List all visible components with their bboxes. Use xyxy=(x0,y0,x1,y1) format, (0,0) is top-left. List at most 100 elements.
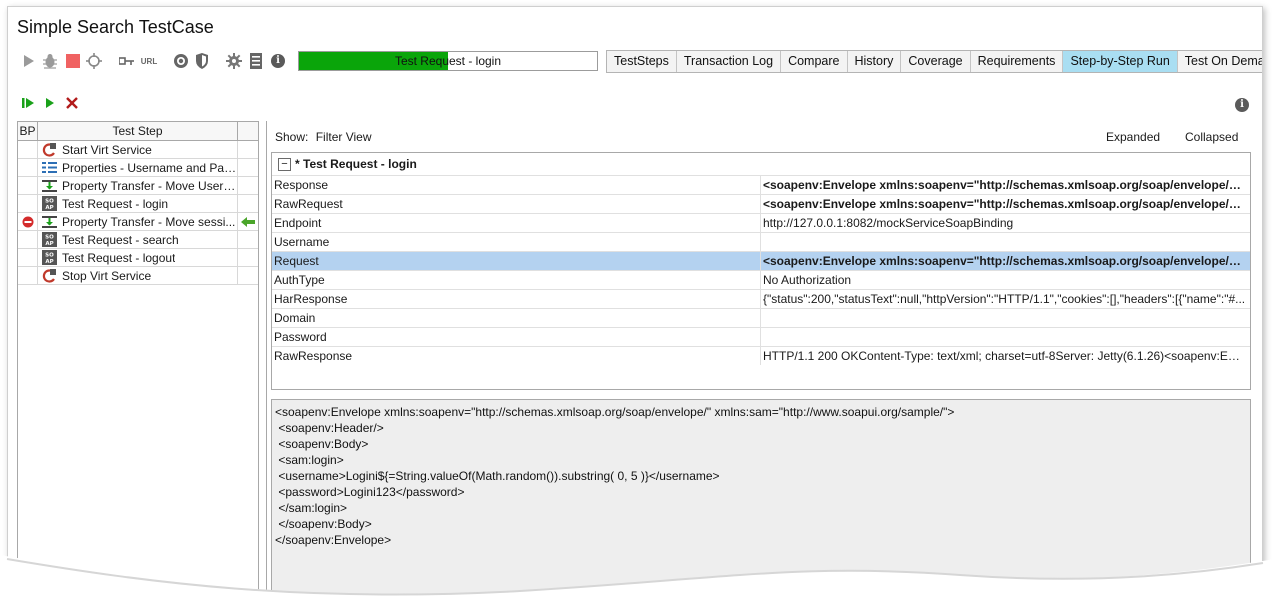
filter-view-link[interactable]: Filter View xyxy=(316,130,372,144)
property-row[interactable]: Request <soapenv:Envelope xmlns:soapenv="… xyxy=(272,251,1250,270)
tab-test-on-demand[interactable]: Test On Demand xyxy=(1178,51,1262,72)
property-row[interactable]: RawResponse HTTP/1.1 200 OKContent-Type: … xyxy=(272,346,1250,365)
play-icon[interactable] xyxy=(20,52,38,70)
step-cell[interactable]: Property Transfer - Move sessi... xyxy=(38,213,238,230)
property-value[interactable]: {"status":200,"statusText":null,"httpVer… xyxy=(761,290,1250,308)
tab-step-by-step-run[interactable]: Step-by-Step Run xyxy=(1063,51,1178,72)
property-row[interactable]: Domain xyxy=(272,308,1250,327)
step-row[interactable]: Property Transfer - Move Usern... xyxy=(18,177,258,195)
property-group-title: * Test Request - login xyxy=(295,157,417,171)
step-cell[interactable]: Stop Virt Service xyxy=(38,267,238,284)
breakpoint-cell[interactable] xyxy=(18,249,38,266)
breakpoint-cell[interactable] xyxy=(18,177,38,194)
tab-compare[interactable]: Compare xyxy=(781,51,848,72)
split-divider[interactable] xyxy=(266,121,267,601)
current-step-cell xyxy=(238,249,258,266)
code-line: <password>Logini123</password> xyxy=(275,485,465,499)
steps-table-body: Start Virt Service Properties - Username … xyxy=(18,141,258,285)
property-value[interactable]: http://127.0.0.1:8082/mockServiceSoapBin… xyxy=(761,214,1250,232)
property-value[interactable]: HTTP/1.1 200 OKContent-Type: text/xml; c… xyxy=(761,347,1250,365)
breakpoint-cell[interactable] xyxy=(18,195,38,212)
breakpoint-cell[interactable] xyxy=(18,159,38,176)
code-line: <sam:login> xyxy=(275,453,344,467)
tab-history[interactable]: History xyxy=(848,51,902,72)
stop-icon[interactable] xyxy=(64,52,82,70)
virt-stop-icon xyxy=(42,268,57,283)
property-group-header[interactable]: − * Test Request - login xyxy=(272,153,1250,175)
current-step-cell xyxy=(238,177,258,194)
property-row[interactable]: Username xyxy=(272,232,1250,251)
soap-request-icon: SO AP xyxy=(42,196,57,211)
property-row[interactable]: Password xyxy=(272,327,1250,346)
property-name: Username xyxy=(272,233,761,251)
tab-bar: TestSteps Transaction Log Compare History Co… xyxy=(606,50,1262,73)
tab-teststeps[interactable]: TestSteps xyxy=(607,51,677,72)
breakpoint-cell[interactable] xyxy=(18,231,38,248)
security-shield-icon[interactable] xyxy=(193,52,211,70)
step-row[interactable]: SO AP Test Request - logout xyxy=(18,249,258,267)
tab-transaction-log[interactable]: Transaction Log xyxy=(677,51,782,72)
current-step-cell xyxy=(238,141,258,158)
step-cell[interactable]: SO AP Test Request - login xyxy=(38,195,238,212)
info-icon[interactable]: i xyxy=(269,52,287,70)
expanded-link[interactable]: Expanded xyxy=(1106,130,1160,144)
property-name: Request xyxy=(272,252,761,270)
current-step-cell xyxy=(238,159,258,176)
loop-icon[interactable] xyxy=(85,52,103,70)
property-row[interactable]: Response <soapenv:Envelope xmlns:soapenv=… xyxy=(272,175,1250,194)
step-label: Property Transfer - Move sessi... xyxy=(62,214,236,229)
property-value[interactable] xyxy=(761,328,1250,346)
transfer-icon xyxy=(42,214,57,229)
run-icon[interactable] xyxy=(43,96,57,110)
step-row[interactable]: Property Transfer - Move sessi... xyxy=(18,213,258,231)
property-name: Endpoint xyxy=(272,214,761,232)
property-rows: Response <soapenv:Envelope xmlns:soapenv=… xyxy=(272,175,1250,365)
property-row[interactable]: AuthType No Authorization xyxy=(272,270,1250,289)
collapse-toggle-icon[interactable]: − xyxy=(278,157,291,171)
step-forward-icon[interactable] xyxy=(22,96,36,110)
step-cell[interactable]: Start Virt Service xyxy=(38,141,238,158)
breakpoint-icon[interactable] xyxy=(22,216,34,228)
step-cell[interactable]: Property Transfer - Move Usern... xyxy=(38,177,238,194)
debug-bug-icon[interactable] xyxy=(41,52,59,70)
url-icon[interactable]: URL xyxy=(138,52,160,70)
property-value[interactable]: <soapenv:Envelope xmlns:soapenv="http://… xyxy=(761,176,1250,194)
tab-requirements[interactable]: Requirements xyxy=(971,51,1064,72)
step-label: Start Virt Service xyxy=(62,142,152,157)
step-cell[interactable]: Properties - Username and Pas... xyxy=(38,159,238,176)
properties-icon xyxy=(42,160,57,175)
coverage-icon[interactable] xyxy=(172,52,190,70)
step-row[interactable]: Stop Virt Service xyxy=(18,267,258,285)
collapsed-link[interactable]: Collapsed xyxy=(1185,130,1238,144)
step-row[interactable]: Properties - Username and Pas... xyxy=(18,159,258,177)
gear-icon[interactable] xyxy=(225,52,243,70)
property-row[interactable]: RawRequest <soapenv:Envelope xmlns:soapen… xyxy=(272,194,1250,213)
breakpoint-cell[interactable] xyxy=(18,213,38,230)
property-key-icon[interactable] xyxy=(118,52,136,70)
breakpoint-cell[interactable] xyxy=(18,267,38,284)
property-value[interactable]: <soapenv:Envelope xmlns:soapenv="http://… xyxy=(761,252,1250,270)
property-value[interactable] xyxy=(761,233,1250,251)
url-label: URL xyxy=(140,56,158,66)
step-row[interactable]: Start Virt Service xyxy=(18,141,258,159)
property-value[interactable]: <soapenv:Envelope xmlns:soapenv="http://… xyxy=(761,195,1250,213)
info-icon-right[interactable]: i xyxy=(1235,98,1249,112)
property-row[interactable]: Endpoint http://127.0.0.1:8082/mockServic… xyxy=(272,213,1250,232)
property-value[interactable] xyxy=(761,309,1250,327)
soap-request-icon: SO AP xyxy=(42,232,57,247)
breakpoint-cell[interactable] xyxy=(18,141,38,158)
step-cell[interactable]: SO AP Test Request - logout xyxy=(38,249,238,266)
progress-label: Test Request - login xyxy=(394,54,502,68)
step-row[interactable]: SO AP Test Request - login xyxy=(18,195,258,213)
property-value[interactable]: No Authorization xyxy=(761,271,1250,289)
delete-icon[interactable] xyxy=(65,96,79,110)
test-step-column-header[interactable]: Test Step xyxy=(38,122,238,140)
list-icon[interactable] xyxy=(247,52,265,70)
step-cell[interactable]: SO AP Test Request - search xyxy=(38,231,238,248)
property-row[interactable]: HarResponse {"status":200,"statusText":nu… xyxy=(272,289,1250,308)
page-title: Simple Search TestCase xyxy=(17,17,214,37)
bp-column-header[interactable]: BP xyxy=(18,122,38,140)
tab-coverage[interactable]: Coverage xyxy=(901,51,971,72)
step-row[interactable]: SO AP Test Request - search xyxy=(18,231,258,249)
current-step-cell xyxy=(238,231,258,248)
